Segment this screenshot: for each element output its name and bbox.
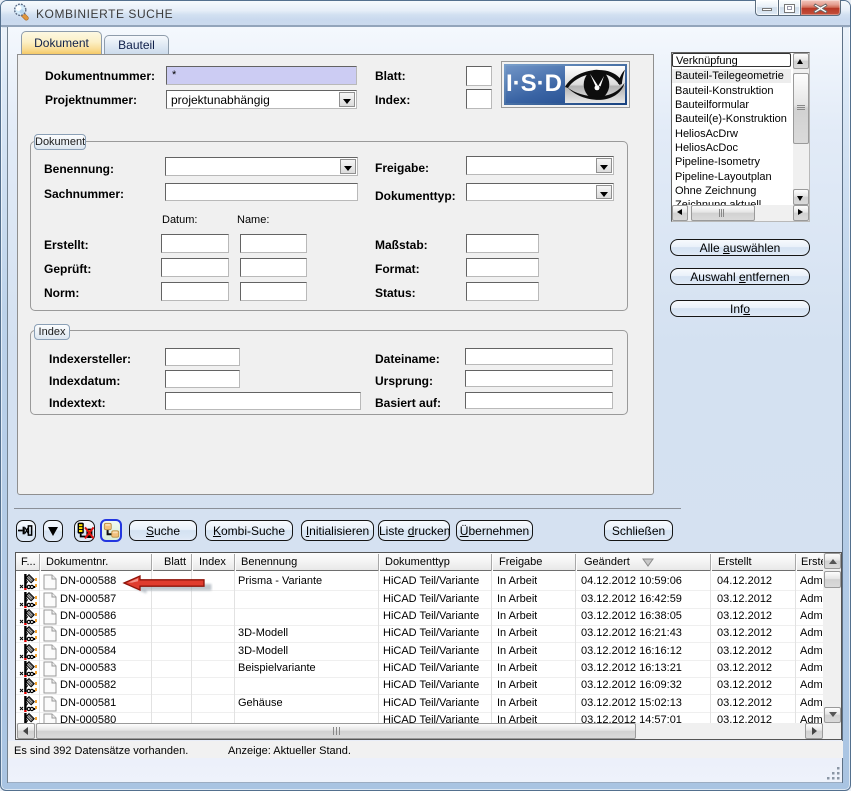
- svg-text:I·S·D: I·S·D: [506, 70, 562, 97]
